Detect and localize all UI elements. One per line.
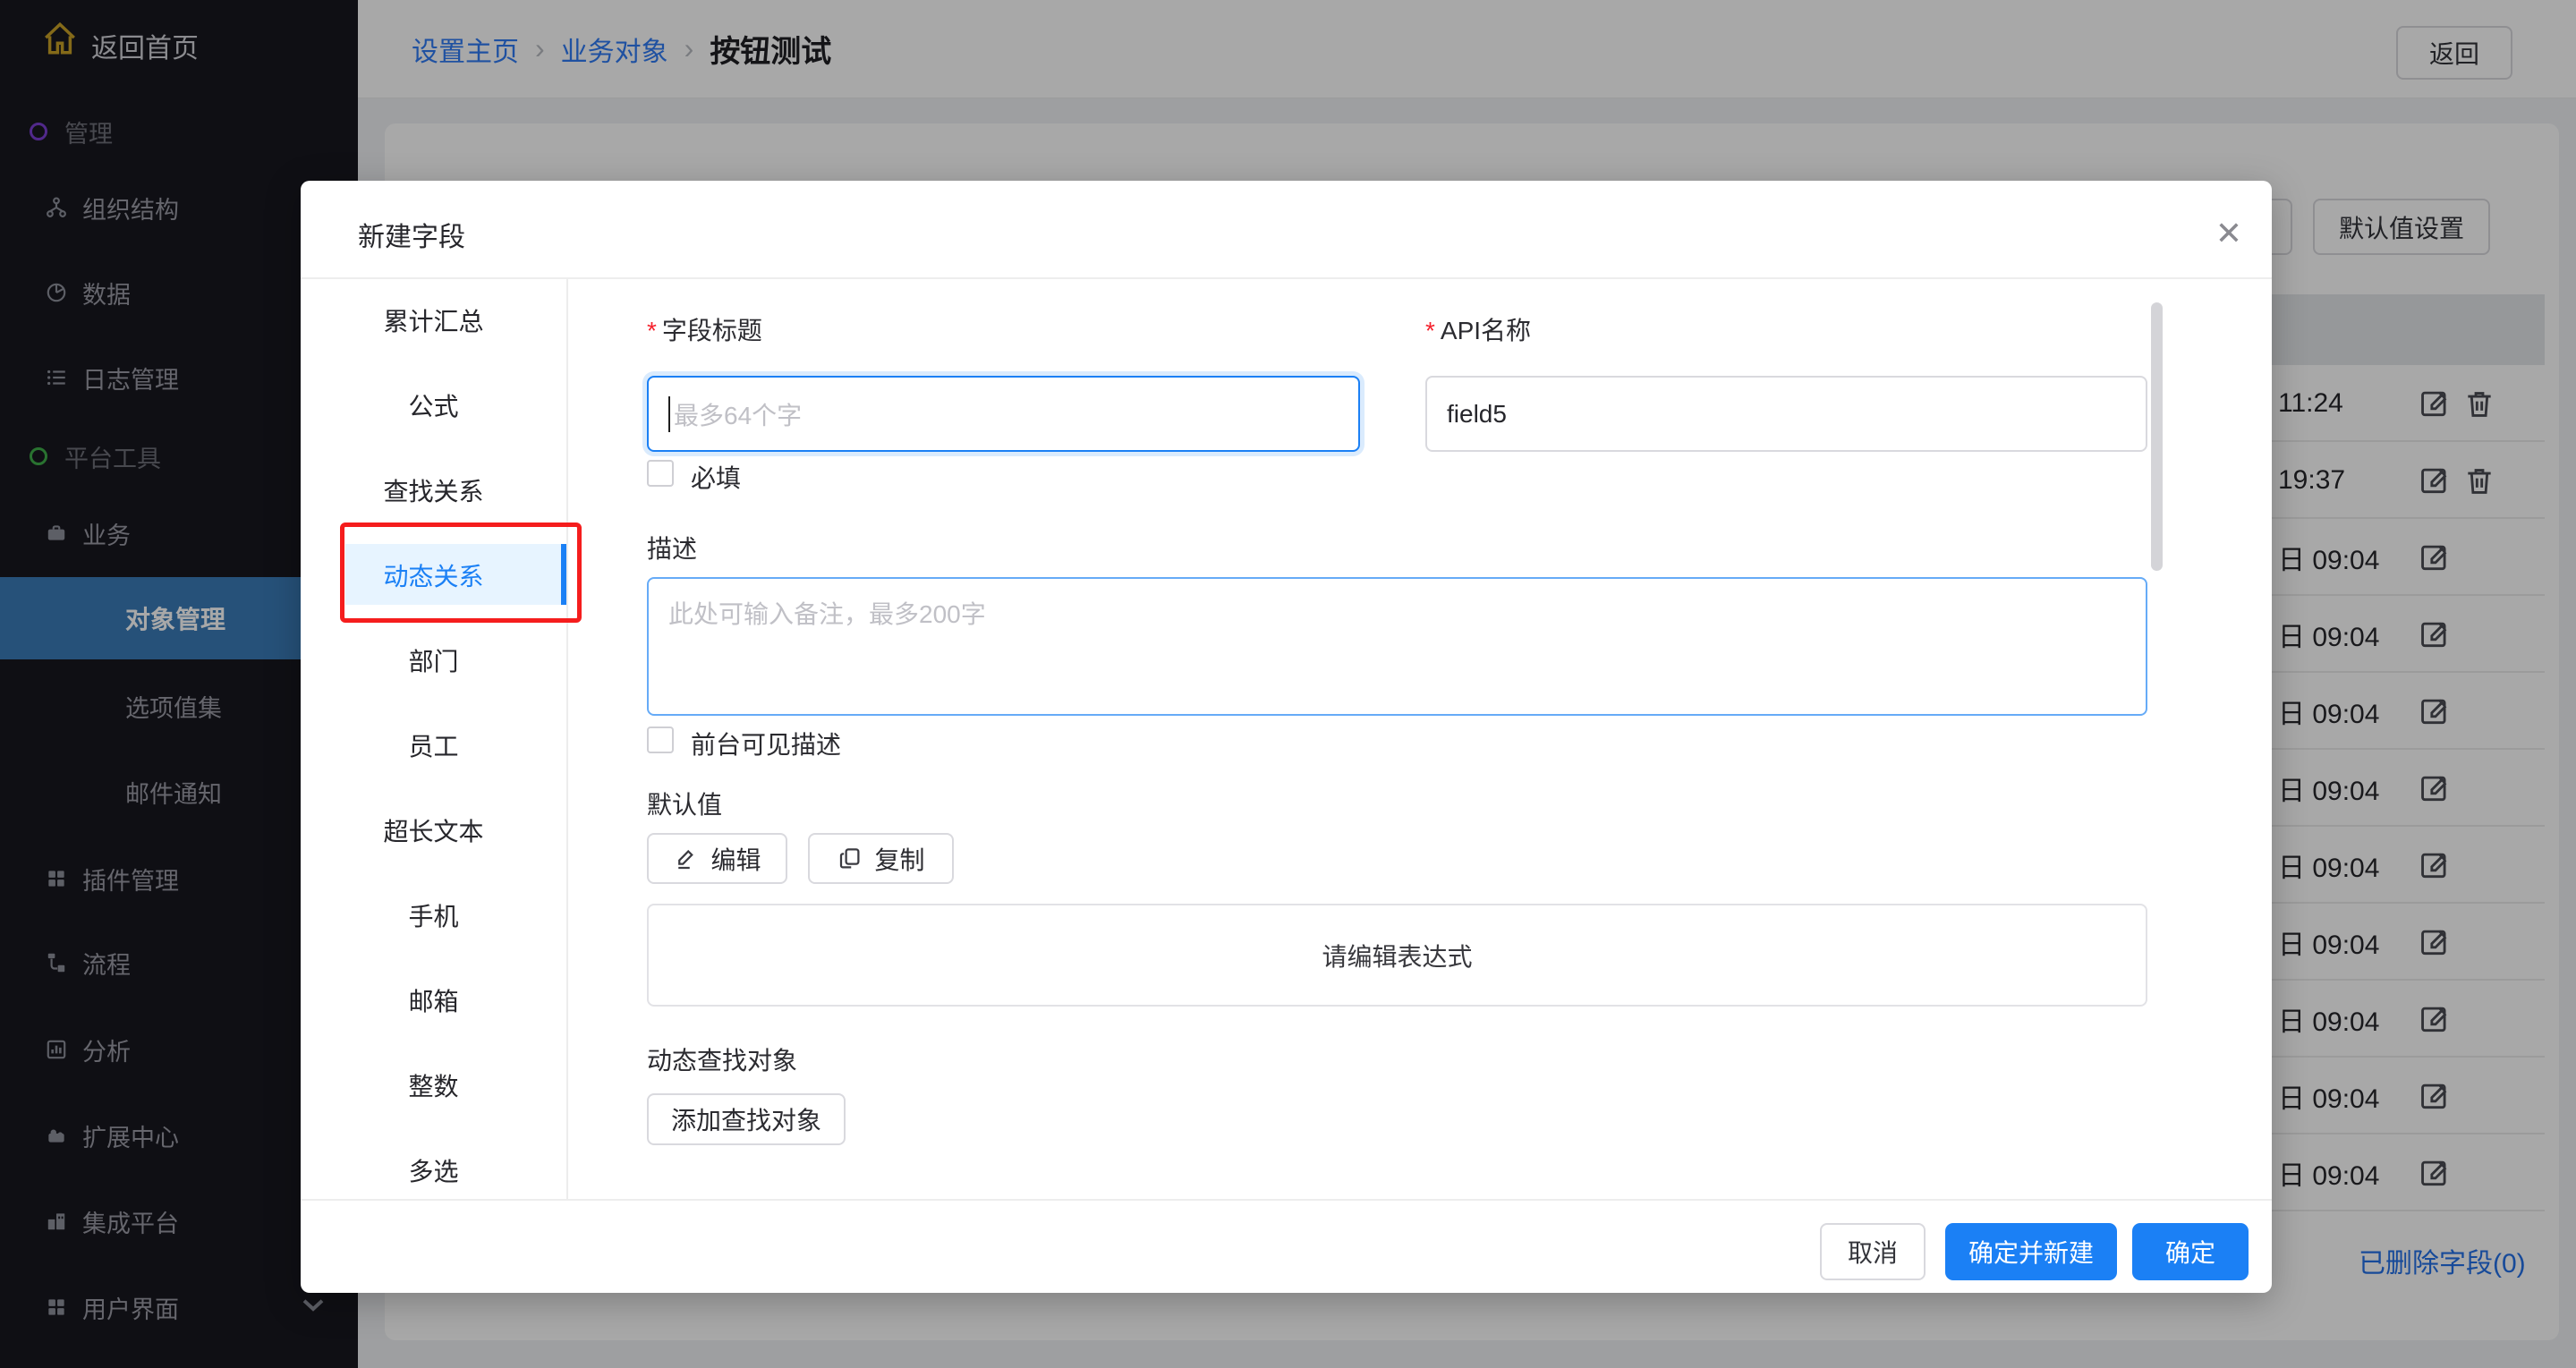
tab-chazhaoguanxi[interactable]: 查找关系 bbox=[301, 447, 566, 532]
description-placeholder: 此处可输入备注，最多200字 bbox=[668, 595, 986, 631]
modal-header-divider bbox=[301, 277, 2272, 279]
tab-gongshi[interactable]: 公式 bbox=[301, 362, 566, 447]
tab-chaochangwenben[interactable]: 超长文本 bbox=[301, 787, 566, 872]
tab-column-divider bbox=[566, 277, 568, 1199]
field-title-placeholder: 最多64个字 bbox=[674, 396, 802, 432]
tab-shouji[interactable]: 手机 bbox=[301, 872, 566, 957]
front-visible-checkbox[interactable] bbox=[647, 726, 674, 753]
tab-duoxuan[interactable]: 多选 bbox=[301, 1127, 566, 1199]
edit-button-label: 编辑 bbox=[710, 841, 761, 877]
copy-icon bbox=[837, 845, 863, 872]
text-caret bbox=[668, 396, 670, 432]
field-title-label: *字段标题 bbox=[647, 311, 762, 347]
new-field-modal: 新建字段 ✕ 累计汇总 公式 查找关系 动态关系 部门 员工 超长文本 手机 邮… bbox=[301, 181, 2272, 1293]
tab-youxiang[interactable]: 邮箱 bbox=[301, 957, 566, 1042]
expression-box[interactable]: 请编辑表达式 bbox=[647, 904, 2147, 1007]
api-name-input[interactable]: field5 bbox=[1425, 376, 2147, 452]
field-title-input[interactable]: 最多64个字 bbox=[647, 376, 1360, 452]
front-visible-label: 前台可见描述 bbox=[691, 726, 841, 761]
edit-expression-button[interactable]: 编辑 bbox=[647, 833, 787, 884]
confirm-button[interactable]: 确定 bbox=[2132, 1223, 2249, 1280]
tab-yuangong[interactable]: 员工 bbox=[301, 702, 566, 787]
tab-zhengshu[interactable]: 整数 bbox=[301, 1042, 566, 1127]
description-textarea[interactable]: 此处可输入备注，最多200字 bbox=[647, 577, 2147, 716]
close-icon[interactable]: ✕ bbox=[2206, 211, 2251, 256]
add-lookup-object-button[interactable]: 添加查找对象 bbox=[647, 1093, 846, 1145]
default-value-label: 默认值 bbox=[647, 786, 722, 821]
modal-scrollbar[interactable] bbox=[2151, 302, 2163, 571]
copy-expression-button[interactable]: 复制 bbox=[808, 833, 954, 884]
api-name-label: *API名称 bbox=[1425, 311, 1531, 347]
required-star: * bbox=[647, 317, 657, 344]
tab-bumen[interactable]: 部门 bbox=[301, 617, 566, 702]
required-checkbox-label: 必填 bbox=[691, 459, 741, 495]
required-checkbox[interactable] bbox=[647, 460, 674, 487]
cancel-button[interactable]: 取消 bbox=[1820, 1223, 1926, 1280]
description-label: 描述 bbox=[647, 530, 697, 565]
copy-button-label: 复制 bbox=[874, 841, 924, 877]
tab-leijihuizong[interactable]: 累计汇总 bbox=[301, 277, 566, 362]
api-name-value: field5 bbox=[1447, 400, 1507, 429]
modal-footer-divider bbox=[301, 1199, 2272, 1201]
confirm-and-new-button[interactable]: 确定并新建 bbox=[1945, 1223, 2117, 1280]
annotation-highlight-box bbox=[340, 523, 582, 623]
required-star: * bbox=[1425, 317, 1435, 344]
pencil-icon bbox=[673, 845, 700, 872]
modal-title: 新建字段 bbox=[358, 215, 465, 254]
dynamic-lookup-label: 动态查找对象 bbox=[647, 1041, 797, 1077]
